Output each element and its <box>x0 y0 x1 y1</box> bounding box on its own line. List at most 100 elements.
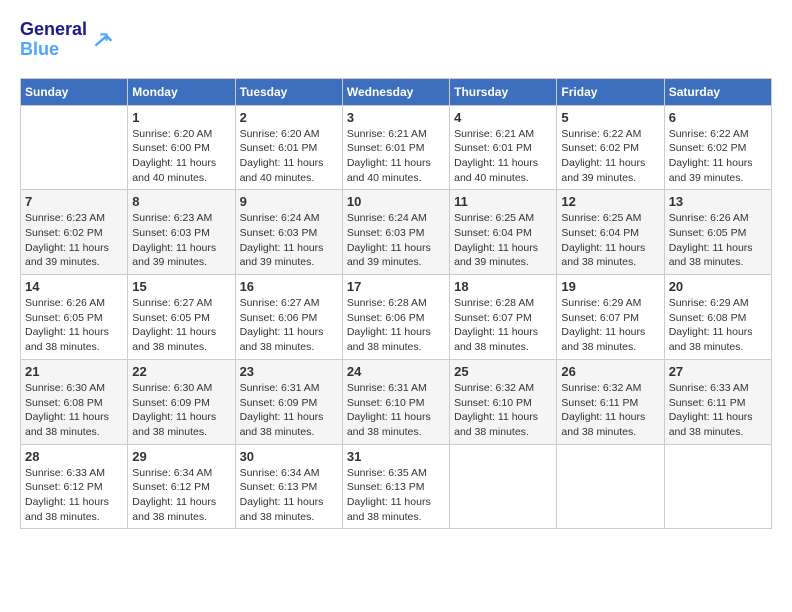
calendar-day-cell: 17Sunrise: 6:28 AM Sunset: 6:06 PM Dayli… <box>342 275 449 360</box>
calendar-day-cell: 8Sunrise: 6:23 AM Sunset: 6:03 PM Daylig… <box>128 190 235 275</box>
day-of-week-header: Monday <box>128 78 235 105</box>
calendar-week-row: 21Sunrise: 6:30 AM Sunset: 6:08 PM Dayli… <box>21 359 772 444</box>
day-info: Sunrise: 6:20 AM Sunset: 6:01 PM Dayligh… <box>240 127 338 186</box>
calendar-day-cell <box>21 105 128 190</box>
day-info: Sunrise: 6:24 AM Sunset: 6:03 PM Dayligh… <box>240 211 338 270</box>
calendar-day-cell: 28Sunrise: 6:33 AM Sunset: 6:12 PM Dayli… <box>21 444 128 529</box>
day-info: Sunrise: 6:21 AM Sunset: 6:01 PM Dayligh… <box>347 127 445 186</box>
day-number: 3 <box>347 110 445 125</box>
day-info: Sunrise: 6:22 AM Sunset: 6:02 PM Dayligh… <box>561 127 659 186</box>
calendar-day-cell: 6Sunrise: 6:22 AM Sunset: 6:02 PM Daylig… <box>664 105 771 190</box>
day-number: 5 <box>561 110 659 125</box>
day-number: 7 <box>25 194 123 209</box>
logo-icon <box>89 28 113 52</box>
calendar-table: SundayMondayTuesdayWednesdayThursdayFrid… <box>20 78 772 530</box>
day-number: 14 <box>25 279 123 294</box>
calendar-day-cell: 24 Sunrise: 6:31 AM Sunset: 6:10 PM Dayli… <box>342 359 449 444</box>
calendar-day-cell: 4Sunrise: 6:21 AM Sunset: 6:01 PM Daylig… <box>450 105 557 190</box>
day-number: 30 <box>240 449 338 464</box>
logo-text: GeneralBlue <box>20 20 87 60</box>
day-number: 21 <box>25 364 123 379</box>
day-info: Sunrise: 6:33 AM Sunset: 6:12 PM Dayligh… <box>25 466 123 525</box>
calendar-day-cell: 14Sunrise: 6:26 AM Sunset: 6:05 PM Dayli… <box>21 275 128 360</box>
day-info: Sunrise: 6:30 AM Sunset: 6:09 PM Dayligh… <box>132 381 230 440</box>
day-number: 19 <box>561 279 659 294</box>
day-of-week-header: Saturday <box>664 78 771 105</box>
day-info: Sunrise: 6:27 AM Sunset: 6:05 PM Dayligh… <box>132 296 230 355</box>
day-info: Sunrise: 6:23 AM Sunset: 6:03 PM Dayligh… <box>132 211 230 270</box>
calendar-day-cell: 16Sunrise: 6:27 AM Sunset: 6:06 PM Dayli… <box>235 275 342 360</box>
day-number: 10 <box>347 194 445 209</box>
calendar-day-cell: 26 Sunrise: 6:32 AM Sunset: 6:11 PM Dayli… <box>557 359 664 444</box>
calendar-week-row: 1Sunrise: 6:20 AM Sunset: 6:00 PM Daylig… <box>21 105 772 190</box>
day-of-week-header: Wednesday <box>342 78 449 105</box>
day-number: 17 <box>347 279 445 294</box>
calendar-day-cell <box>450 444 557 529</box>
day-of-week-header: Thursday <box>450 78 557 105</box>
day-info: Sunrise: 6:31 AM Sunset: 6:09 PM Dayligh… <box>240 381 338 440</box>
day-info: Sunrise: 6:25 AM Sunset: 6:04 PM Dayligh… <box>454 211 552 270</box>
day-info: Sunrise: 6:29 AM Sunset: 6:08 PM Dayligh… <box>669 296 767 355</box>
day-number: 22 <box>132 364 230 379</box>
day-number: 2 <box>240 110 338 125</box>
day-number: 23 <box>240 364 338 379</box>
day-number: 31 <box>347 449 445 464</box>
day-info: Sunrise: 6:35 AM Sunset: 6:13 PM Dayligh… <box>347 466 445 525</box>
day-number: 20 <box>669 279 767 294</box>
calendar-day-cell: 10 Sunrise: 6:24 AM Sunset: 6:03 PM Dayli… <box>342 190 449 275</box>
day-number: 26 <box>561 364 659 379</box>
calendar-day-cell: 7 Sunrise: 6:23 AM Sunset: 6:02 PM Daylig… <box>21 190 128 275</box>
day-of-week-header: Sunday <box>21 78 128 105</box>
day-number: 25 <box>454 364 552 379</box>
day-info: Sunrise: 6:28 AM Sunset: 6:07 PM Dayligh… <box>454 296 552 355</box>
calendar-week-row: 14Sunrise: 6:26 AM Sunset: 6:05 PM Dayli… <box>21 275 772 360</box>
day-info: Sunrise: 6:32 AM Sunset: 6:11 PM Dayligh… <box>561 381 659 440</box>
day-number: 18 <box>454 279 552 294</box>
day-info: Sunrise: 6:27 AM Sunset: 6:06 PM Dayligh… <box>240 296 338 355</box>
day-info: Sunrise: 6:34 AM Sunset: 6:13 PM Dayligh… <box>240 466 338 525</box>
day-info: Sunrise: 6:34 AM Sunset: 6:12 PM Dayligh… <box>132 466 230 525</box>
day-info: Sunrise: 6:33 AM Sunset: 6:11 PM Dayligh… <box>669 381 767 440</box>
logo: GeneralBlue <box>20 20 113 58</box>
day-number: 11 <box>454 194 552 209</box>
calendar-day-cell: 30 Sunrise: 6:34 AM Sunset: 6:13 PM Dayli… <box>235 444 342 529</box>
day-info: Sunrise: 6:26 AM Sunset: 6:05 PM Dayligh… <box>669 211 767 270</box>
calendar-day-cell: 2 Sunrise: 6:20 AM Sunset: 6:01 PM Daylig… <box>235 105 342 190</box>
day-of-week-header: Friday <box>557 78 664 105</box>
calendar-day-cell: 19 Sunrise: 6:29 AM Sunset: 6:07 PM Dayli… <box>557 275 664 360</box>
day-info: Sunrise: 6:31 AM Sunset: 6:10 PM Dayligh… <box>347 381 445 440</box>
calendar-day-cell: 15 Sunrise: 6:27 AM Sunset: 6:05 PM Dayli… <box>128 275 235 360</box>
day-info: Sunrise: 6:23 AM Sunset: 6:02 PM Dayligh… <box>25 211 123 270</box>
calendar-day-cell: 23 Sunrise: 6:31 AM Sunset: 6:09 PM Dayli… <box>235 359 342 444</box>
day-number: 6 <box>669 110 767 125</box>
calendar-day-cell: 29 Sunrise: 6:34 AM Sunset: 6:12 PM Dayli… <box>128 444 235 529</box>
day-info: Sunrise: 6:24 AM Sunset: 6:03 PM Dayligh… <box>347 211 445 270</box>
calendar-day-cell <box>557 444 664 529</box>
calendar-day-cell: 20 Sunrise: 6:29 AM Sunset: 6:08 PM Dayli… <box>664 275 771 360</box>
day-info: Sunrise: 6:29 AM Sunset: 6:07 PM Dayligh… <box>561 296 659 355</box>
day-number: 1 <box>132 110 230 125</box>
day-number: 9 <box>240 194 338 209</box>
calendar-day-cell: 25 Sunrise: 6:32 AM Sunset: 6:10 PM Dayli… <box>450 359 557 444</box>
calendar-day-cell: 18 Sunrise: 6:28 AM Sunset: 6:07 PM Dayli… <box>450 275 557 360</box>
calendar-day-cell: 13 Sunrise: 6:26 AM Sunset: 6:05 PM Dayli… <box>664 190 771 275</box>
day-number: 12 <box>561 194 659 209</box>
day-number: 24 <box>347 364 445 379</box>
day-info: Sunrise: 6:25 AM Sunset: 6:04 PM Dayligh… <box>561 211 659 270</box>
calendar-day-cell: 12 Sunrise: 6:25 AM Sunset: 6:04 PM Dayli… <box>557 190 664 275</box>
calendar-day-cell: 5 Sunrise: 6:22 AM Sunset: 6:02 PM Daylig… <box>557 105 664 190</box>
calendar-week-row: 28Sunrise: 6:33 AM Sunset: 6:12 PM Dayli… <box>21 444 772 529</box>
day-of-week-header: Tuesday <box>235 78 342 105</box>
day-number: 27 <box>669 364 767 379</box>
day-number: 13 <box>669 194 767 209</box>
calendar-day-cell <box>664 444 771 529</box>
calendar-day-cell: 9 Sunrise: 6:24 AM Sunset: 6:03 PM Daylig… <box>235 190 342 275</box>
calendar-day-cell: 22 Sunrise: 6:30 AM Sunset: 6:09 PM Dayli… <box>128 359 235 444</box>
calendar-day-cell: 31 Sunrise: 6:35 AM Sunset: 6:13 PM Dayli… <box>342 444 449 529</box>
calendar-day-cell: 11 Sunrise: 6:25 AM Sunset: 6:04 PM Dayli… <box>450 190 557 275</box>
day-number: 29 <box>132 449 230 464</box>
day-number: 15 <box>132 279 230 294</box>
day-info: Sunrise: 6:32 AM Sunset: 6:10 PM Dayligh… <box>454 381 552 440</box>
calendar-day-cell: 21Sunrise: 6:30 AM Sunset: 6:08 PM Dayli… <box>21 359 128 444</box>
day-info: Sunrise: 6:21 AM Sunset: 6:01 PM Dayligh… <box>454 127 552 186</box>
